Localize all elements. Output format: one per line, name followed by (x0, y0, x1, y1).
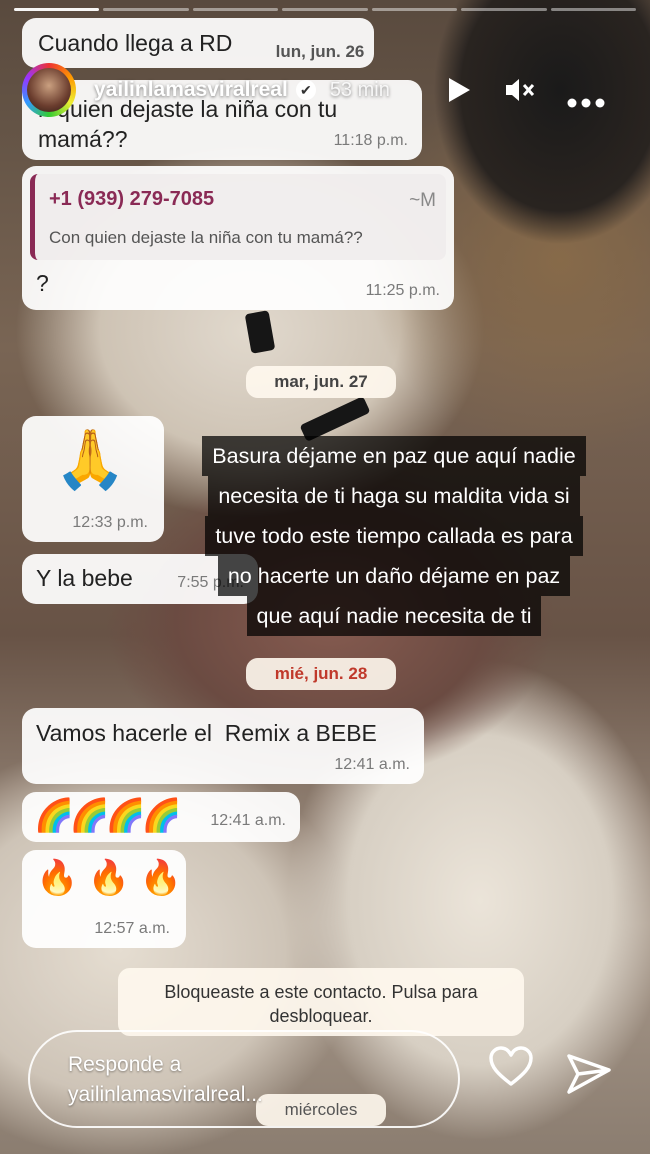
progress-segment (371, 8, 458, 11)
photo-detail (244, 310, 276, 354)
message-time: 12:41 a.m. (334, 756, 410, 773)
progress-segment (461, 8, 547, 11)
chat-bubble: 🌈🌈🌈🌈 12:41 a.m. (22, 792, 300, 842)
message-text: ? (36, 270, 49, 296)
quoted-sender-name: ~M (409, 190, 436, 211)
avatar[interactable] (22, 63, 76, 117)
caption-line: Basura déjame en paz que aquí nadie (202, 436, 586, 476)
progress-segment (14, 8, 100, 11)
story-time-ago: 53 min (329, 78, 390, 101)
message-time: 11:25 p.m. (365, 282, 440, 299)
caption-line: necesita de ti haga su maldita vida si (208, 476, 580, 516)
message-text: Cuando llega a RD (38, 30, 233, 56)
story-progress-bar (14, 8, 636, 11)
verified-badge-icon: ✔ (295, 80, 316, 100)
progress-segment (192, 8, 279, 11)
quoted-sender-number: +1 (939) 279-7085 (49, 188, 215, 210)
reply-placeholder: Responde a yailinlamasviralreal... (68, 1053, 263, 1106)
avatar-photo (27, 68, 71, 112)
chat-bubble: 🔥 🔥 🔥 12:57 a.m. (22, 850, 186, 948)
date-divider: mar, jun. 27 (246, 366, 396, 398)
heart-icon[interactable] (488, 1046, 534, 1093)
chat-bubble: Vamos hacerle el Remix a BEBE 12:41 a.m. (22, 708, 424, 784)
chat-bubble: 🙏 12:33 p.m. (22, 416, 164, 542)
progress-segment (282, 8, 368, 11)
message-text: Vamos hacerle el Remix a BEBE (36, 720, 377, 746)
chat-bubble-reply: +1 (939) 279-7085 ~M Con quien dejaste l… (22, 166, 454, 310)
rainbow-emoji: 🌈🌈🌈🌈 (34, 797, 181, 833)
praying-hands-emoji: 🙏 (54, 427, 127, 492)
caption-line: no hacerte un daño déjame en paz (217, 556, 571, 596)
date-divider: mié, jun. 28 (246, 658, 396, 690)
fire-emoji: 🔥 🔥 🔥 (36, 859, 182, 897)
quoted-text: Con quien dejaste la niña con tu mamá?? (49, 228, 363, 247)
story-header: yailinlamasviralreal ✔ 53 min (22, 62, 636, 118)
caption-line: tuve todo este tiempo callada es para (205, 516, 583, 556)
send-icon[interactable] (566, 1052, 612, 1101)
message-time: 12:33 p.m. (72, 514, 148, 531)
message-text: Y la bebe (36, 565, 133, 591)
quoted-message[interactable]: +1 (939) 279-7085 ~M Con quien dejaste l… (30, 174, 446, 260)
message-time: 11:18 p.m. (333, 132, 408, 149)
blocked-contact-notice[interactable]: Bloqueaste a este contacto. Pulsa para d… (118, 968, 524, 1036)
progress-segment (103, 8, 189, 11)
message-time: 12:57 a.m. (94, 920, 170, 937)
reply-input[interactable]: Responde a yailinlamasviralreal... (28, 1030, 460, 1128)
story-username[interactable]: yailinlamasviralreal (94, 78, 288, 102)
message-time: 12:41 a.m. (210, 812, 286, 829)
story-caption: Basura déjame en paz que aquí nadie nece… (194, 436, 594, 636)
progress-segment (550, 8, 636, 11)
caption-line: que aquí nadie necesita de ti (246, 596, 542, 636)
